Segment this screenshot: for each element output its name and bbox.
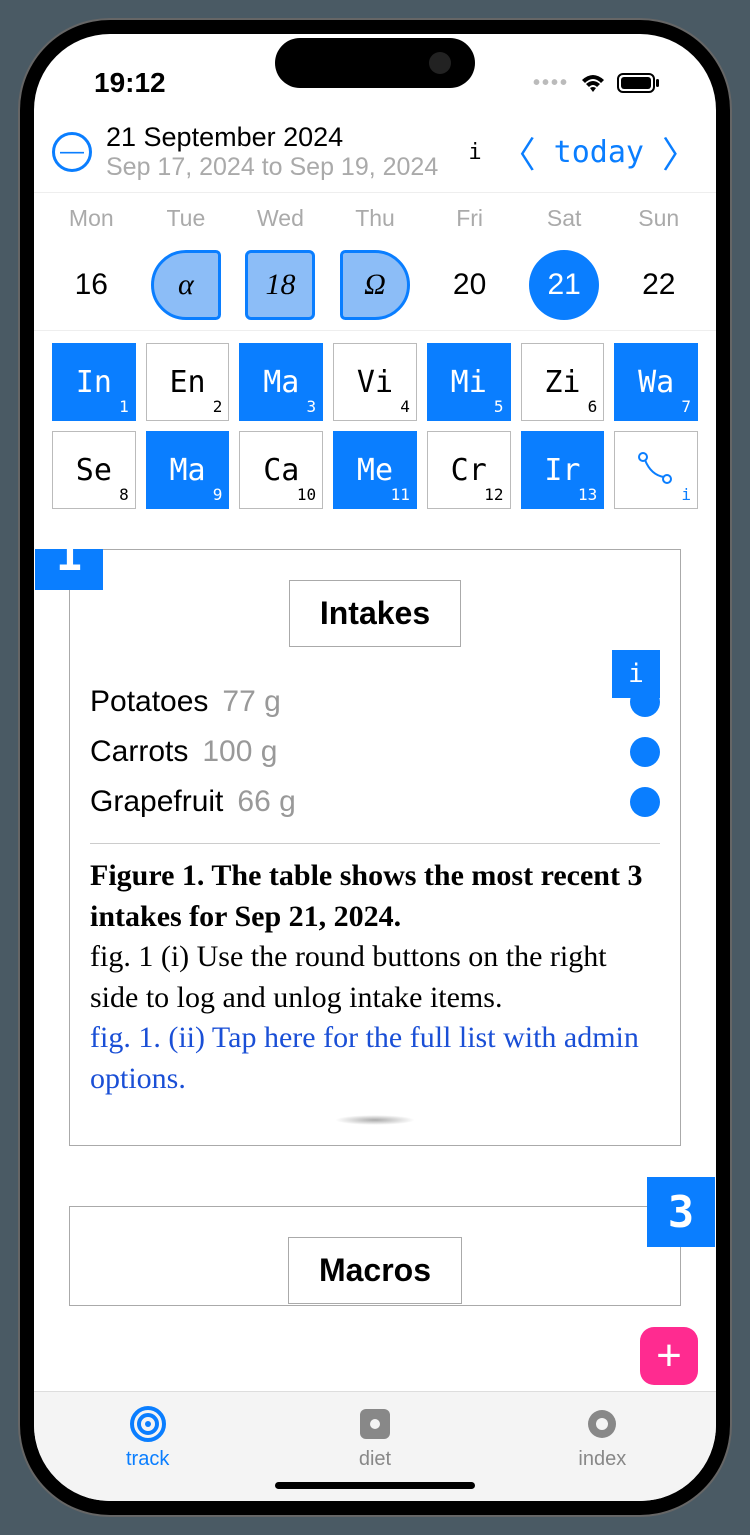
intake-name: Grapefruit bbox=[90, 785, 223, 819]
divider-icon bbox=[335, 1115, 415, 1125]
day-number[interactable]: α bbox=[151, 250, 221, 320]
tile-index: 7 bbox=[681, 397, 691, 416]
tile-index: 11 bbox=[391, 485, 410, 504]
nutrient-tile[interactable]: Vi4 bbox=[333, 343, 417, 421]
header: — 21 September 2024 Sep 17, 2024 to Sep … bbox=[34, 114, 716, 193]
tab-diet[interactable]: diet bbox=[261, 1392, 488, 1483]
day-name: Sat bbox=[517, 205, 612, 232]
intake-amount: 100 g bbox=[202, 735, 277, 769]
tab-track[interactable]: track bbox=[34, 1392, 261, 1483]
tile-index: 4 bbox=[400, 397, 410, 416]
nutrient-tile[interactable]: Zi6 bbox=[521, 343, 605, 421]
tile-index: 10 bbox=[297, 485, 316, 504]
log-toggle-button[interactable] bbox=[630, 737, 660, 767]
nutrient-tile[interactable]: Me11 bbox=[333, 431, 417, 509]
nutrient-tile[interactable]: Wa7 bbox=[614, 343, 698, 421]
content-area: 1 Intakes i Potatoes 77 g Carrots 100 g Grap… bbox=[34, 549, 716, 1391]
index-icon bbox=[582, 1404, 622, 1444]
add-fab-button[interactable]: + bbox=[640, 1327, 698, 1385]
tile-index: 2 bbox=[213, 397, 223, 416]
day-name: Sun bbox=[611, 205, 706, 232]
day-name: Fri bbox=[422, 205, 517, 232]
nutrient-tile[interactable]: En2 bbox=[146, 343, 230, 421]
tile-index: 3 bbox=[307, 397, 317, 416]
track-icon bbox=[128, 1404, 168, 1444]
header-date-range: Sep 17, 2024 to Sep 19, 2024 bbox=[106, 153, 468, 182]
wifi-icon bbox=[579, 72, 607, 94]
day-column[interactable]: Wed 18 bbox=[233, 205, 328, 320]
info-icon[interactable]: i bbox=[468, 140, 481, 165]
day-number[interactable]: 22 bbox=[624, 250, 694, 320]
figure-1-caption: Figure 1. The table shows the most recen… bbox=[90, 843, 660, 1099]
nutrient-tile[interactable]: Ca10 bbox=[239, 431, 323, 509]
figure-intakes: 1 Intakes i Potatoes77 gCarrots100 gGrap… bbox=[69, 549, 681, 1146]
log-toggle-button[interactable] bbox=[630, 787, 660, 817]
day-number[interactable]: 20 bbox=[435, 250, 505, 320]
nutrient-tiles: In1En2Ma3Vi4Mi5Zi6Wa7 Se8Ma9Ca10Me11Cr12I… bbox=[34, 343, 716, 509]
figure-1-info-button[interactable]: i bbox=[612, 650, 660, 698]
nutrient-tile[interactable]: Mi5 bbox=[427, 343, 511, 421]
today-button[interactable]: today bbox=[554, 135, 644, 170]
collapse-icon[interactable]: — bbox=[52, 132, 92, 172]
tile-index: 1 bbox=[119, 397, 129, 416]
intake-amount: 77 g bbox=[222, 685, 280, 719]
header-date: 21 September 2024 bbox=[106, 122, 468, 153]
figure-3-badge: 3 bbox=[647, 1177, 715, 1247]
cellular-dots-icon: •••• bbox=[533, 72, 569, 95]
tile-index: 8 bbox=[119, 485, 129, 504]
figure-1-full-list-link[interactable]: fig. 1. (ii) Tap here for the full list … bbox=[90, 1018, 660, 1099]
battery-icon bbox=[617, 72, 661, 94]
figure-3-title: Macros bbox=[288, 1237, 462, 1304]
tile-index: 13 bbox=[578, 485, 597, 504]
nutrient-tile[interactable]: Se8 bbox=[52, 431, 136, 509]
tile-index: 12 bbox=[484, 485, 503, 504]
day-number[interactable]: Ω bbox=[340, 250, 410, 320]
day-name: Thu bbox=[328, 205, 423, 232]
intake-row: Grapefruit 66 g bbox=[90, 777, 660, 827]
figure-1-badge: 1 bbox=[35, 549, 103, 590]
figure-macros: 3 Macros bbox=[69, 1206, 681, 1306]
nutrient-tile[interactable]: Cr12 bbox=[427, 431, 511, 509]
intake-name: Potatoes bbox=[90, 685, 208, 719]
phone-frame: 19:12 •••• — 21 September 2024 Sep 17, 2… bbox=[20, 20, 730, 1515]
day-column[interactable]: Sun 22 bbox=[611, 205, 706, 320]
intake-name: Carrots bbox=[90, 735, 188, 769]
day-number[interactable]: 21 bbox=[529, 250, 599, 320]
week-strip: Mon 16 Tue α Wed 18 Thu Ω Fri 20 Sat 21 Sun 22 bbox=[34, 193, 716, 331]
nutrient-tile[interactable]: Ma9 bbox=[146, 431, 230, 509]
intake-row: Carrots 100 g bbox=[90, 727, 660, 777]
screen: 19:12 •••• — 21 September 2024 Sep 17, 2… bbox=[34, 34, 716, 1501]
next-chevron-icon[interactable]: 〉 bbox=[662, 126, 698, 178]
tile-index: 5 bbox=[494, 397, 504, 416]
tab-label: track bbox=[126, 1448, 169, 1471]
day-name: Mon bbox=[44, 205, 139, 232]
day-column[interactable]: Sat 21 bbox=[517, 205, 612, 320]
tab-label: index bbox=[578, 1448, 626, 1471]
day-column[interactable]: Fri 20 bbox=[422, 205, 517, 320]
diet-icon bbox=[355, 1404, 395, 1444]
nutrient-tile[interactable]: Ma3 bbox=[239, 343, 323, 421]
figure-1-title: Intakes bbox=[289, 580, 461, 647]
day-number[interactable]: 16 bbox=[56, 250, 126, 320]
notch bbox=[275, 38, 475, 88]
intake-amount: 66 g bbox=[237, 785, 295, 819]
day-column[interactable]: Thu Ω bbox=[328, 205, 423, 320]
tile-index: 6 bbox=[588, 397, 598, 416]
chart-tile[interactable]: i bbox=[614, 431, 698, 509]
intake-row: Potatoes 77 g bbox=[90, 677, 660, 727]
tile-index: 9 bbox=[213, 485, 223, 504]
day-name: Wed bbox=[233, 205, 328, 232]
nutrient-tile[interactable]: In1 bbox=[52, 343, 136, 421]
day-column[interactable]: Mon 16 bbox=[44, 205, 139, 320]
tab-index[interactable]: index bbox=[489, 1392, 716, 1483]
prev-chevron-icon[interactable]: 〈 bbox=[500, 126, 536, 178]
day-column[interactable]: Tue α bbox=[139, 205, 234, 320]
nutrient-tile[interactable]: Ir13 bbox=[521, 431, 605, 509]
tab-label: diet bbox=[359, 1448, 391, 1471]
status-time: 19:12 bbox=[94, 67, 166, 99]
day-number[interactable]: 18 bbox=[245, 250, 315, 320]
day-name: Tue bbox=[139, 205, 234, 232]
home-indicator[interactable] bbox=[275, 1482, 475, 1489]
